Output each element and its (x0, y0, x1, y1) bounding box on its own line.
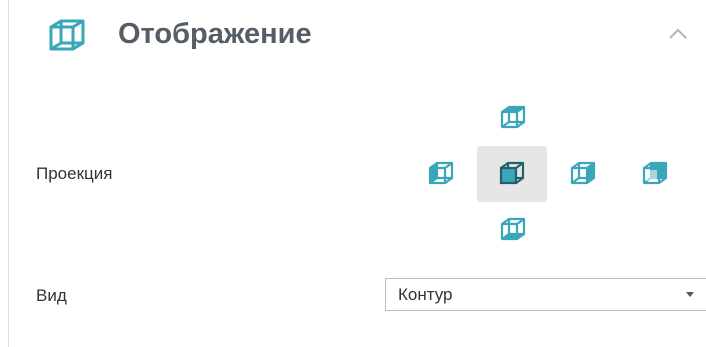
projection-top-button[interactable] (478, 90, 548, 146)
chevron-up-icon[interactable] (660, 18, 696, 50)
projection-front-button[interactable] (477, 146, 547, 202)
caret-down-icon[interactable] (686, 292, 694, 297)
projection-right-button[interactable] (548, 146, 618, 202)
view-label: Вид (36, 286, 67, 305)
cube-wireframe-icon (48, 18, 88, 54)
projection-label: Проекция (36, 164, 113, 183)
view-select-value: Контур (398, 285, 453, 304)
section-title: Отображение (118, 18, 312, 50)
projection-bottom-button[interactable] (478, 202, 548, 258)
projection-left-button[interactable] (406, 146, 476, 202)
display-panel: Отображение Проекция Вид Контур (0, 0, 706, 347)
projection-back-button[interactable] (620, 146, 690, 202)
section-header[interactable]: Отображение (0, 0, 706, 70)
view-select[interactable]: Контур (385, 278, 706, 311)
